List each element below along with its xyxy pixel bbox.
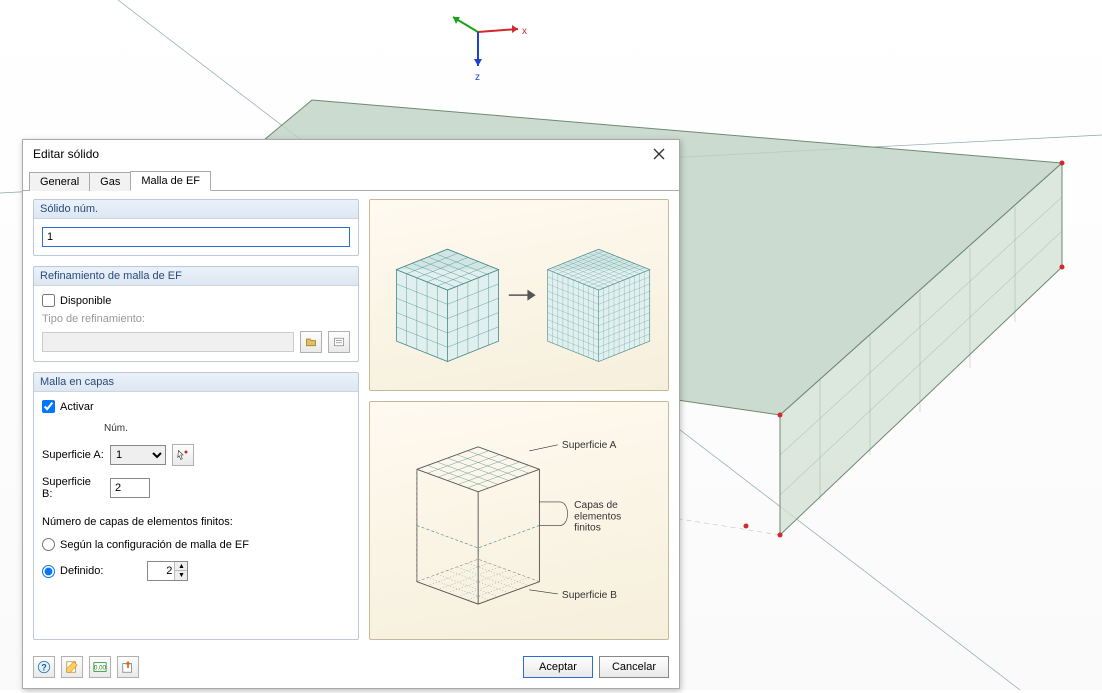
axis-z-label: z: [475, 72, 480, 83]
tabs: General Gas Malla de EF: [23, 170, 679, 190]
illus-layers-2: elementos: [574, 512, 621, 523]
surface-b-input: [110, 478, 150, 498]
edit-note-button[interactable]: [61, 656, 83, 678]
solid-number-input[interactable]: [42, 227, 350, 247]
defined-spinner[interactable]: ▲ ▼: [147, 561, 188, 581]
radio-defined[interactable]: Definido:: [42, 565, 103, 578]
available-checkbox[interactable]: Disponible: [42, 294, 350, 307]
group-header: Sólido núm.: [34, 200, 358, 219]
pick-surface-button[interactable]: [172, 444, 194, 466]
units-button[interactable]: 0.00: [89, 656, 111, 678]
available-label: Disponible: [60, 295, 111, 307]
close-button[interactable]: [647, 144, 671, 164]
group-layers: Malla en capas Activar Núm. Superficie A…: [33, 372, 359, 640]
dialog-titlebar[interactable]: Editar sólido: [23, 140, 679, 168]
tab-mesh[interactable]: Malla de EF: [130, 171, 211, 191]
num-column-label: Núm.: [104, 423, 350, 434]
svg-text:0.00: 0.00: [94, 665, 106, 672]
tab-panel-mesh: Sólido núm. Refinamiento de malla de EF …: [23, 190, 679, 650]
nlayers-label: Número de capas de elementos finitos:: [42, 516, 350, 528]
group-header: Malla en capas: [34, 373, 358, 392]
help-button[interactable]: ?: [33, 656, 55, 678]
edit-solid-dialog: Editar sólido General Gas Malla de EF Só…: [22, 139, 680, 689]
dialog-title: Editar sólido: [33, 147, 99, 161]
illustration-refinement: [369, 199, 669, 391]
group-header: Refinamiento de malla de EF: [34, 267, 358, 286]
cancel-button[interactable]: Cancelar: [599, 656, 669, 678]
surface-b-label: Superficie B:: [42, 476, 104, 500]
refinement-type-label: Tipo de refinamiento:: [42, 313, 350, 325]
dialog-footer: ? 0.00 Aceptar Cancelar: [23, 650, 679, 688]
svg-text:?: ?: [41, 663, 46, 673]
surface-a-label: Superficie A:: [42, 449, 104, 461]
illus-layers-3: finitos: [574, 523, 601, 534]
illus-surfB: Superficie B: [562, 590, 617, 601]
defined-value[interactable]: [148, 565, 174, 577]
group-refinement: Refinamiento de malla de EF Disponible T…: [33, 266, 359, 362]
spinner-up[interactable]: ▲: [175, 562, 187, 571]
group-solid-number: Sólido núm.: [33, 199, 359, 256]
open-button[interactable]: [300, 331, 322, 353]
tab-gas[interactable]: Gas: [89, 172, 131, 191]
tab-general[interactable]: General: [29, 172, 90, 191]
accept-button[interactable]: Aceptar: [523, 656, 593, 678]
surface-a-select[interactable]: 1: [110, 445, 166, 465]
radio-config[interactable]: Según la configuración de malla de EF: [42, 538, 350, 551]
pick-button[interactable]: [117, 656, 139, 678]
activate-checkbox[interactable]: Activar: [42, 400, 350, 413]
illus-surfA: Superficie A: [562, 440, 617, 451]
spinner-down[interactable]: ▼: [175, 571, 187, 580]
library-button[interactable]: [328, 331, 350, 353]
illus-layers-1: Capas de: [574, 500, 618, 511]
axis-x-label: x: [522, 26, 527, 37]
activate-label: Activar: [60, 401, 94, 413]
refinement-type-select: [42, 332, 294, 352]
illustration-layers: Superficie A Capas de elementos finitos …: [369, 401, 669, 640]
